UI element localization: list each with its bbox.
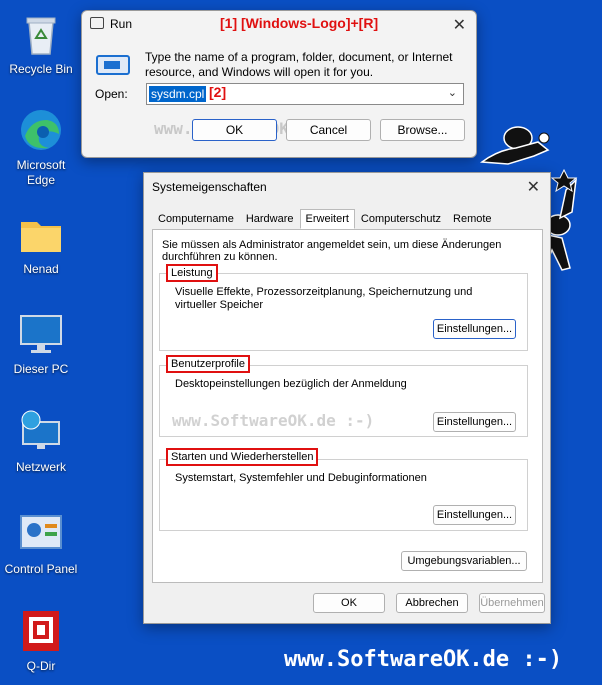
desktop-icon-nenad[interactable]: Nenad: [0, 210, 82, 277]
desktop-icon-q-dir[interactable]: Q-Dir: [0, 607, 82, 674]
run-icon: [90, 17, 104, 29]
desktop-icon-label: Nenad: [23, 262, 59, 276]
desktop-icon-label: Recycle Bin: [9, 62, 73, 76]
desktop-icon-label: Control Panel: [4, 562, 78, 576]
tab-remote[interactable]: Remote: [447, 209, 498, 229]
group-label-leistung: Leistung: [166, 264, 218, 282]
desktop-icon-recycle-bin[interactable]: Recycle Bin: [0, 10, 82, 77]
folder-icon: [21, 222, 61, 252]
close-icon[interactable]: ✕: [453, 15, 466, 35]
group-leistung: [159, 273, 528, 351]
tab-erweitert[interactable]: Erweitert: [299, 209, 355, 229]
open-input-value[interactable]: sysdm.cpl: [149, 86, 207, 102]
ok-button[interactable]: OK: [192, 119, 277, 141]
tab-hardware[interactable]: Hardware: [240, 209, 300, 229]
cancel-button[interactable]: Cancel: [286, 119, 371, 141]
network-icon: [21, 410, 60, 449]
cancel-button[interactable]: Abbrechen: [396, 593, 468, 613]
desktop-icon-dieser-pc[interactable]: Dieser PC: [0, 310, 82, 377]
run-dialog-title: Run: [110, 17, 133, 31]
sys-dialog-title: Systemeigenschaften: [152, 180, 267, 194]
control-panel-icon: [20, 515, 62, 549]
group-label-starten: Starten und Wiederherstellen: [166, 448, 319, 466]
group-text: Desktopeinstellungen bezüglich der Anmel…: [175, 378, 407, 390]
leistung-settings-button[interactable]: Einstellungen...: [433, 319, 516, 339]
benutzerprofile-settings-button[interactable]: Einstellungen...: [433, 412, 516, 432]
run-dialog: Run [1] [Windows-Logo]+[R] ✕ Type the na…: [81, 10, 477, 158]
browse-button[interactable]: Browse...: [380, 119, 465, 141]
run-description: Type the name of a program, folder, docu…: [145, 50, 453, 79]
starten-settings-button[interactable]: Einstellungen...: [433, 505, 516, 525]
watermark: www.SoftwareOK.de :-): [172, 411, 375, 430]
group-label-benutzerprofile: Benutzerprofile: [166, 355, 250, 373]
recycle-bin-icon: [26, 17, 56, 55]
desktop-icon-netzwerk[interactable]: Netzwerk: [0, 408, 82, 475]
run-program-icon: [96, 55, 130, 75]
annotation-step-1: [1] [Windows-Logo]+[R]: [220, 15, 379, 31]
edge-icon: [21, 110, 61, 150]
group-text: Systemstart, Systemfehler und Debuginfor…: [175, 472, 427, 484]
tab-bar: Computername Hardware Erweitert Computer…: [152, 209, 498, 229]
desktop-icon-control-panel[interactable]: Control Panel: [0, 510, 82, 577]
tab-computerschutz[interactable]: Computerschutz: [355, 209, 447, 229]
monitor-icon: [20, 315, 62, 353]
desktop-icon-label: Microsoft Edge: [16, 158, 66, 187]
q-dir-icon: [23, 611, 59, 651]
open-label: Open:: [95, 87, 128, 101]
group-text: Visuelle Effekte, Prozessorzeitplanung, …: [175, 286, 473, 311]
system-properties-dialog: Systemeigenschaften ✕ Computername Hardw…: [143, 172, 551, 624]
ok-button[interactable]: OK: [313, 593, 385, 613]
admin-note: Sie müssen als Administrator angemeldet …: [162, 239, 502, 263]
desktop-icon-label: Q-Dir: [26, 659, 56, 673]
watermark: www.SoftwareOK.de :-): [284, 647, 563, 672]
desktop-icon-label: Dieser PC: [13, 362, 69, 376]
close-icon[interactable]: ✕: [527, 177, 540, 197]
annotation-step-2: [2]: [209, 84, 227, 100]
chevron-down-icon[interactable]: ⌄: [448, 86, 457, 99]
desktop-icon-label: Netzwerk: [15, 460, 66, 474]
desktop-icon-edge[interactable]: Microsoft Edge: [0, 106, 82, 188]
apply-button[interactable]: Übernehmen: [479, 593, 545, 613]
environment-variables-button[interactable]: Umgebungsvariablen...: [401, 551, 527, 571]
tab-computername[interactable]: Computername: [152, 209, 240, 229]
open-combobox[interactable]: sysdm.cpl [2] ⌄: [146, 83, 464, 105]
